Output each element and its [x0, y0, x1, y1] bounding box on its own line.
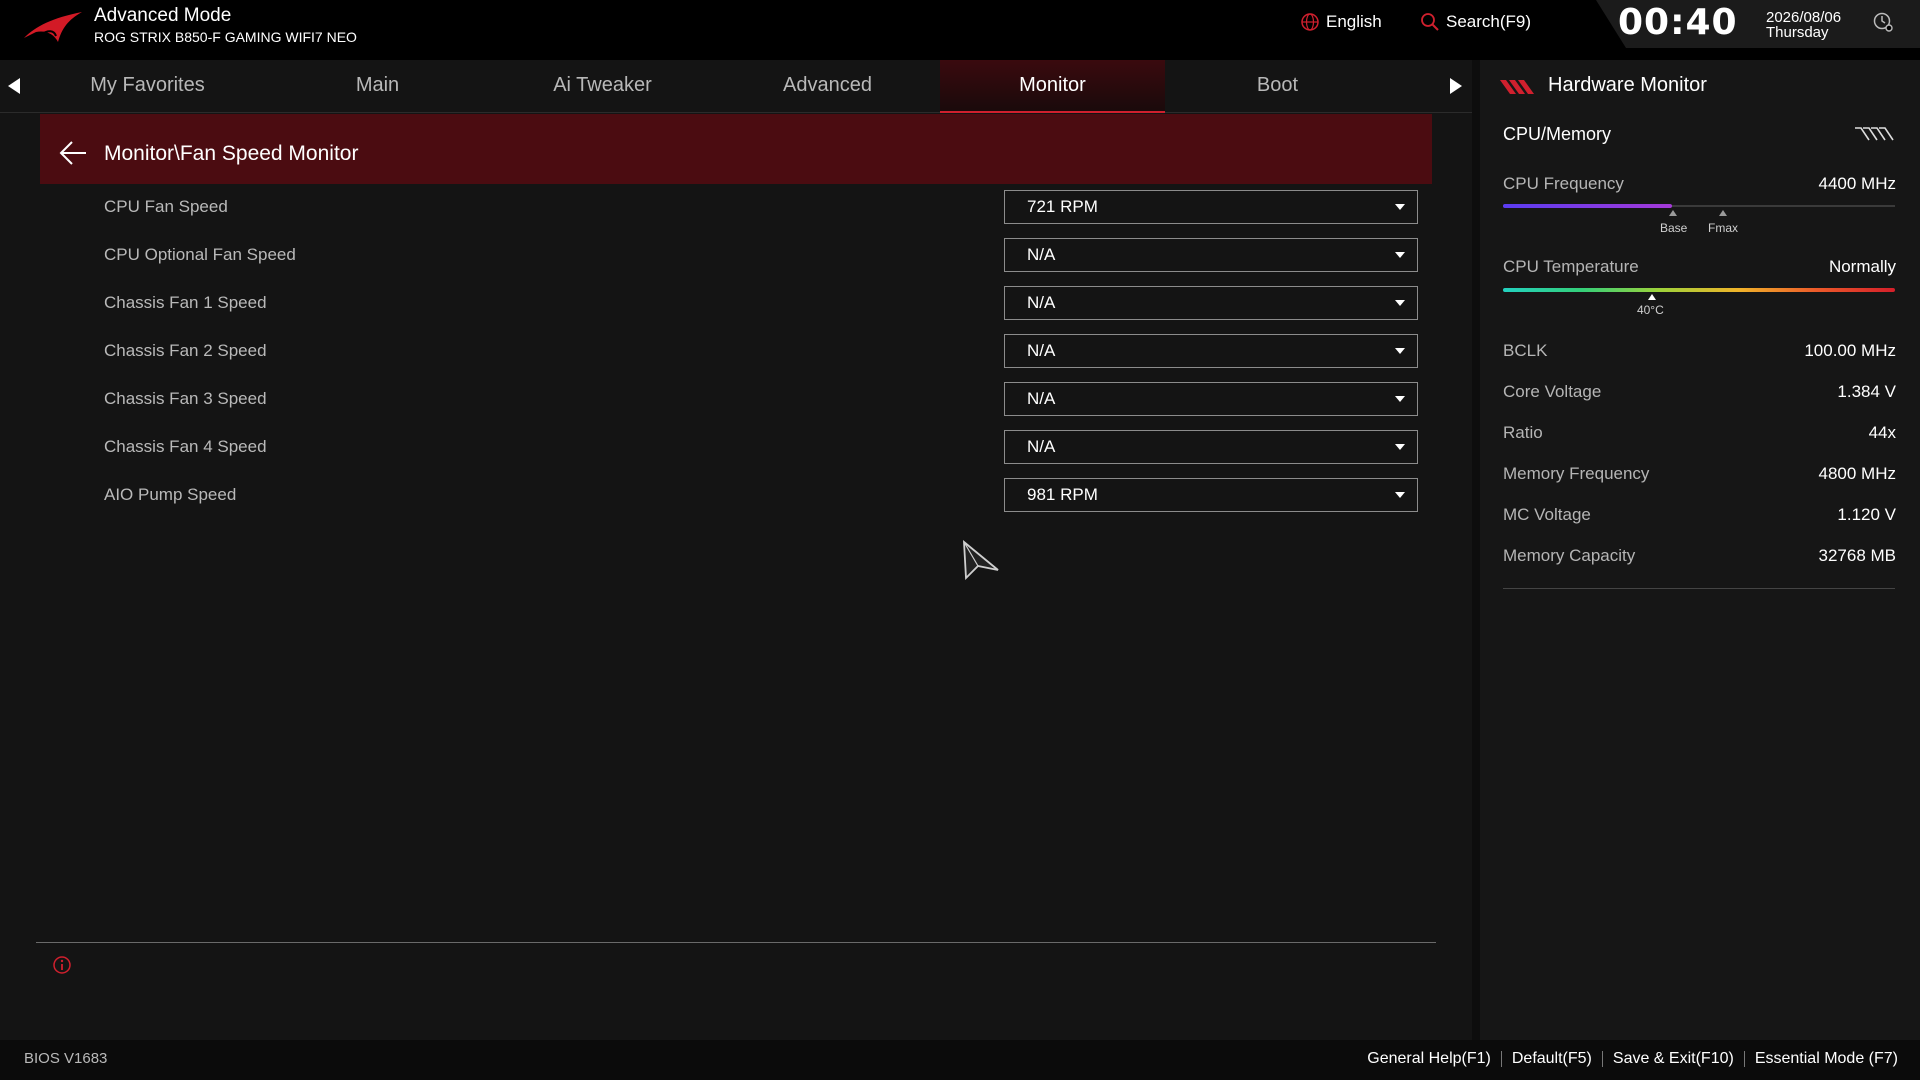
chevron-down-icon	[1395, 252, 1405, 258]
dropdown-value: N/A	[1027, 389, 1056, 408]
tab-my-favorites[interactable]: My Favorites	[35, 60, 260, 111]
mc-voltage-label: MC Voltage	[1503, 505, 1591, 524]
hw-section-title: CPU/Memory	[1503, 124, 1612, 144]
stripes-icon	[1500, 80, 1534, 94]
clock-settings-icon[interactable]	[1872, 11, 1894, 33]
chevron-down-icon	[1395, 396, 1405, 402]
wave-icon[interactable]	[1853, 124, 1895, 144]
clock-weekday: Thursday	[1766, 24, 1829, 41]
bclk-value: 100.00 MHz	[1804, 341, 1896, 360]
dropdown-value: N/A	[1027, 293, 1056, 312]
row-label-chassis-fan-1: Chassis Fan 1 Speed	[104, 293, 267, 312]
row-label-chassis-fan-2: Chassis Fan 2 Speed	[104, 341, 267, 360]
back-arrow-icon[interactable]	[58, 140, 88, 166]
panel-separator	[1472, 60, 1480, 1040]
row-label-chassis-fan-3: Chassis Fan 3 Speed	[104, 389, 267, 408]
bios-version: BIOS V1683	[24, 1050, 108, 1067]
fmax-label: Fmax	[1708, 221, 1738, 235]
info-icon	[53, 956, 71, 974]
memory-capacity-value: 32768 MB	[1818, 546, 1897, 565]
clock-time: 00:40	[1618, 2, 1738, 43]
dropdown-value: 981 RPM	[1027, 485, 1098, 504]
base-label: Base	[1660, 221, 1688, 235]
dropdown-value: N/A	[1027, 437, 1056, 456]
row-label-aio-pump: AIO Pump Speed	[104, 485, 237, 504]
tab-ai-tweaker[interactable]: Ai Tweaker	[490, 60, 715, 111]
chevron-down-icon	[1395, 300, 1405, 306]
tab-advanced[interactable]: Advanced	[715, 60, 940, 111]
memory-capacity-label: Memory Capacity	[1503, 546, 1636, 565]
core-voltage-value: 1.384 V	[1837, 382, 1896, 401]
dropdown-aio-pump[interactable]: 981 RPM	[1004, 478, 1418, 512]
general-help-button[interactable]: General Help(F1)	[1367, 1050, 1491, 1068]
breadcrumb-path: Monitor\Fan Speed Monitor	[104, 142, 359, 165]
tab-main[interactable]: Main	[265, 60, 490, 111]
chevron-down-icon	[1395, 444, 1405, 450]
dropdown-value: 721 RPM	[1027, 197, 1098, 216]
save-exit-button[interactable]: Save & Exit(F10)	[1613, 1050, 1734, 1068]
temperature-marker-label: 40°C	[1636, 303, 1664, 317]
base-marker	[1669, 210, 1677, 216]
dropdown-cpu-optional-fan[interactable]: N/A	[1004, 238, 1418, 272]
ratio-label: Ratio	[1503, 423, 1543, 442]
mode-title: Advanced Mode	[94, 5, 232, 26]
chevron-down-icon	[1395, 492, 1405, 498]
globe-icon	[1301, 13, 1319, 31]
language-label: English	[1326, 12, 1382, 31]
cpu-frequency-value: 4400 MHz	[1818, 174, 1896, 193]
default-button[interactable]: Default(F5)	[1512, 1050, 1592, 1068]
memory-frequency-value: 4800 MHz	[1818, 464, 1896, 483]
tab-boot[interactable]: Boot	[1165, 60, 1390, 111]
cursor-icon	[962, 540, 999, 580]
language-selector[interactable]: English	[1300, 12, 1382, 32]
fmax-marker	[1719, 210, 1727, 216]
dropdown-cpu-fan[interactable]: 721 RPM	[1004, 190, 1418, 224]
footer-separator	[1601, 1051, 1603, 1067]
dropdown-chassis-fan-4[interactable]: N/A	[1004, 430, 1418, 464]
core-voltage-label: Core Voltage	[1503, 382, 1602, 401]
cpu-frequency-bar	[1503, 204, 1672, 208]
footer-separator	[1500, 1051, 1502, 1067]
tab-monitor[interactable]: Monitor	[940, 60, 1165, 113]
row-label-chassis-fan-4: Chassis Fan 4 Speed	[104, 437, 267, 456]
footer-separator	[1743, 1051, 1745, 1067]
memory-frequency-label: Memory Frequency	[1503, 464, 1650, 483]
dropdown-chassis-fan-1[interactable]: N/A	[1004, 286, 1418, 320]
row-label-cpu-fan: CPU Fan Speed	[104, 197, 228, 216]
right-arrow-icon[interactable]	[1446, 76, 1464, 96]
mc-voltage-value: 1.120 V	[1837, 505, 1896, 524]
bclk-label: BCLK	[1503, 341, 1548, 360]
cpu-temperature-label: CPU Temperature	[1503, 257, 1639, 276]
search-icon	[1421, 13, 1439, 31]
chevron-down-icon	[1395, 204, 1405, 210]
dropdown-value: N/A	[1027, 341, 1056, 360]
cpu-temperature-bar	[1503, 288, 1895, 292]
cpu-frequency-label: CPU Frequency	[1503, 174, 1624, 193]
essential-mode-button[interactable]: Essential Mode (F7)	[1755, 1050, 1898, 1068]
board-name: ROG STRIX B850-F GAMING WIFI7 NEO	[94, 29, 357, 45]
footer-links: General Help(F1) Default(F5) Save & Exit…	[1367, 1050, 1898, 1068]
hardware-monitor-title: Hardware Monitor	[1548, 74, 1707, 96]
temperature-marker	[1647, 294, 1656, 300]
ratio-value: 44x	[1868, 423, 1896, 442]
dropdown-chassis-fan-2[interactable]: N/A	[1004, 334, 1418, 368]
left-arrow-icon[interactable]	[6, 76, 24, 96]
rog-logo-icon	[24, 12, 82, 42]
help-divider	[36, 942, 1436, 943]
row-label-cpu-optional-fan: CPU Optional Fan Speed	[104, 245, 296, 264]
chevron-down-icon	[1395, 348, 1405, 354]
dropdown-chassis-fan-3[interactable]: N/A	[1004, 382, 1418, 416]
cpu-temperature-value: Normally	[1828, 257, 1896, 276]
search-button[interactable]: Search(F9)	[1420, 12, 1531, 32]
hw-bottom-divider	[1503, 588, 1895, 589]
dropdown-value: N/A	[1027, 245, 1056, 264]
search-label: Search(F9)	[1446, 12, 1532, 31]
